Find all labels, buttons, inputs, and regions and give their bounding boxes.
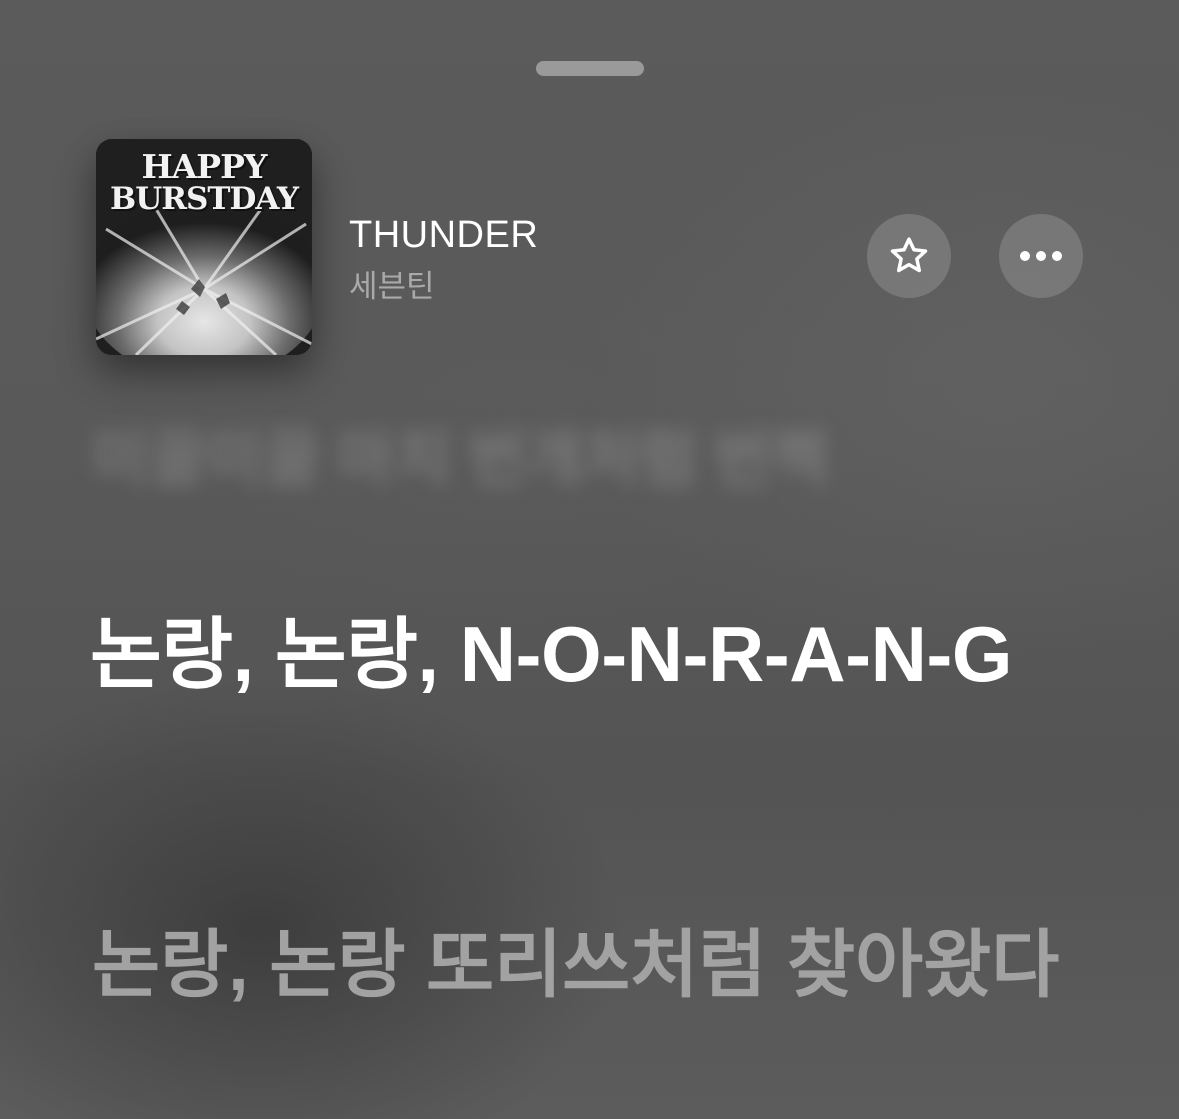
lyric-line-next[interactable]: 논랑, 논랑 또리쓰처럼 찾아왔다 [92, 912, 1092, 1018]
ellipsis-icon [1020, 251, 1062, 261]
artist-name[interactable]: 세븐틴 [349, 261, 435, 306]
song-title: THUNDER [349, 214, 539, 256]
lyric-line-previous[interactable]: 미끌미끌 마치 번개처럼 번쩍 [92, 408, 828, 498]
star-icon [890, 237, 928, 273]
favorite-button[interactable] [867, 214, 951, 298]
sheet-grabber-handle[interactable] [536, 61, 644, 76]
lyric-line-current[interactable]: 논랑, 논랑, N-O-N-R-A-N-G [90, 608, 1090, 700]
album-art-title-line2: BURSTDAY [110, 181, 299, 217]
album-artwork[interactable]: HAPPY BURSTDAY [96, 139, 312, 355]
more-options-button[interactable] [999, 214, 1083, 298]
